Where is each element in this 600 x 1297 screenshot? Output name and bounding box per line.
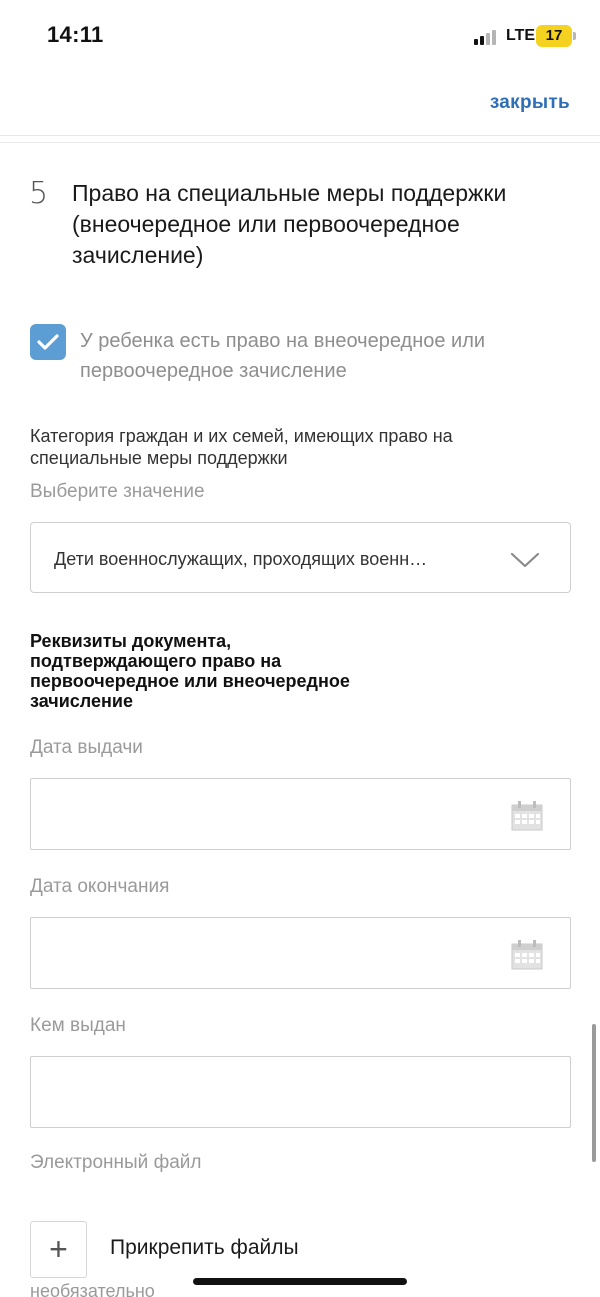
chevron-down-icon (510, 552, 540, 568)
support-right-checkbox[interactable] (30, 324, 66, 360)
issue-date-label: Дата выдачи (30, 737, 143, 758)
category-select[interactable]: Дети военнослужащих, проходящих военн… (30, 522, 571, 593)
calendar-icon[interactable] (511, 940, 543, 970)
electronic-file-label: Электронный файл (30, 1152, 202, 1173)
issued-by-input[interactable] (30, 1056, 571, 1128)
attach-files-button[interactable]: + (30, 1221, 87, 1278)
section-number: 5 (29, 176, 49, 211)
optional-label: необязательно (30, 1281, 155, 1297)
calendar-icon[interactable] (511, 801, 543, 831)
close-link[interactable]: закрыть (490, 92, 570, 114)
battery-tip (573, 32, 576, 40)
scrollbar[interactable] (592, 1024, 596, 1162)
document-section-title: Реквизиты документа, подтверждающего пра… (30, 631, 350, 711)
category-hint: Выберите значение (30, 481, 205, 502)
network-type: LTE (506, 27, 536, 44)
end-date-label: Дата окончания (30, 876, 170, 897)
battery-icon: 17 (536, 25, 572, 47)
cellular-signal-icon (474, 29, 500, 45)
checkmark-icon (37, 334, 59, 350)
attach-files-label[interactable]: Прикрепить файлы (110, 1236, 299, 1260)
issue-date-input[interactable] (30, 778, 571, 850)
top-bar: закрыть (0, 72, 600, 136)
end-date-input[interactable] (30, 917, 571, 989)
checkbox-label[interactable]: У ребенка есть право на внеочередное или… (80, 326, 560, 386)
divider (0, 142, 600, 143)
category-label: Категория граждан и их семей, имеющих пр… (30, 426, 453, 468)
status-time: 14:11 (47, 22, 104, 47)
status-bar: 14:11 LTE 17 (0, 0, 600, 72)
plus-icon: + (49, 1231, 68, 1267)
battery-level: 17 (545, 27, 563, 44)
category-select-value: Дети военнослужащих, проходящих военн… (54, 549, 428, 569)
section-title: Право на специальные меры поддержки (вне… (72, 180, 507, 268)
issued-by-label: Кем выдан (30, 1015, 126, 1036)
home-indicator[interactable] (193, 1278, 407, 1285)
